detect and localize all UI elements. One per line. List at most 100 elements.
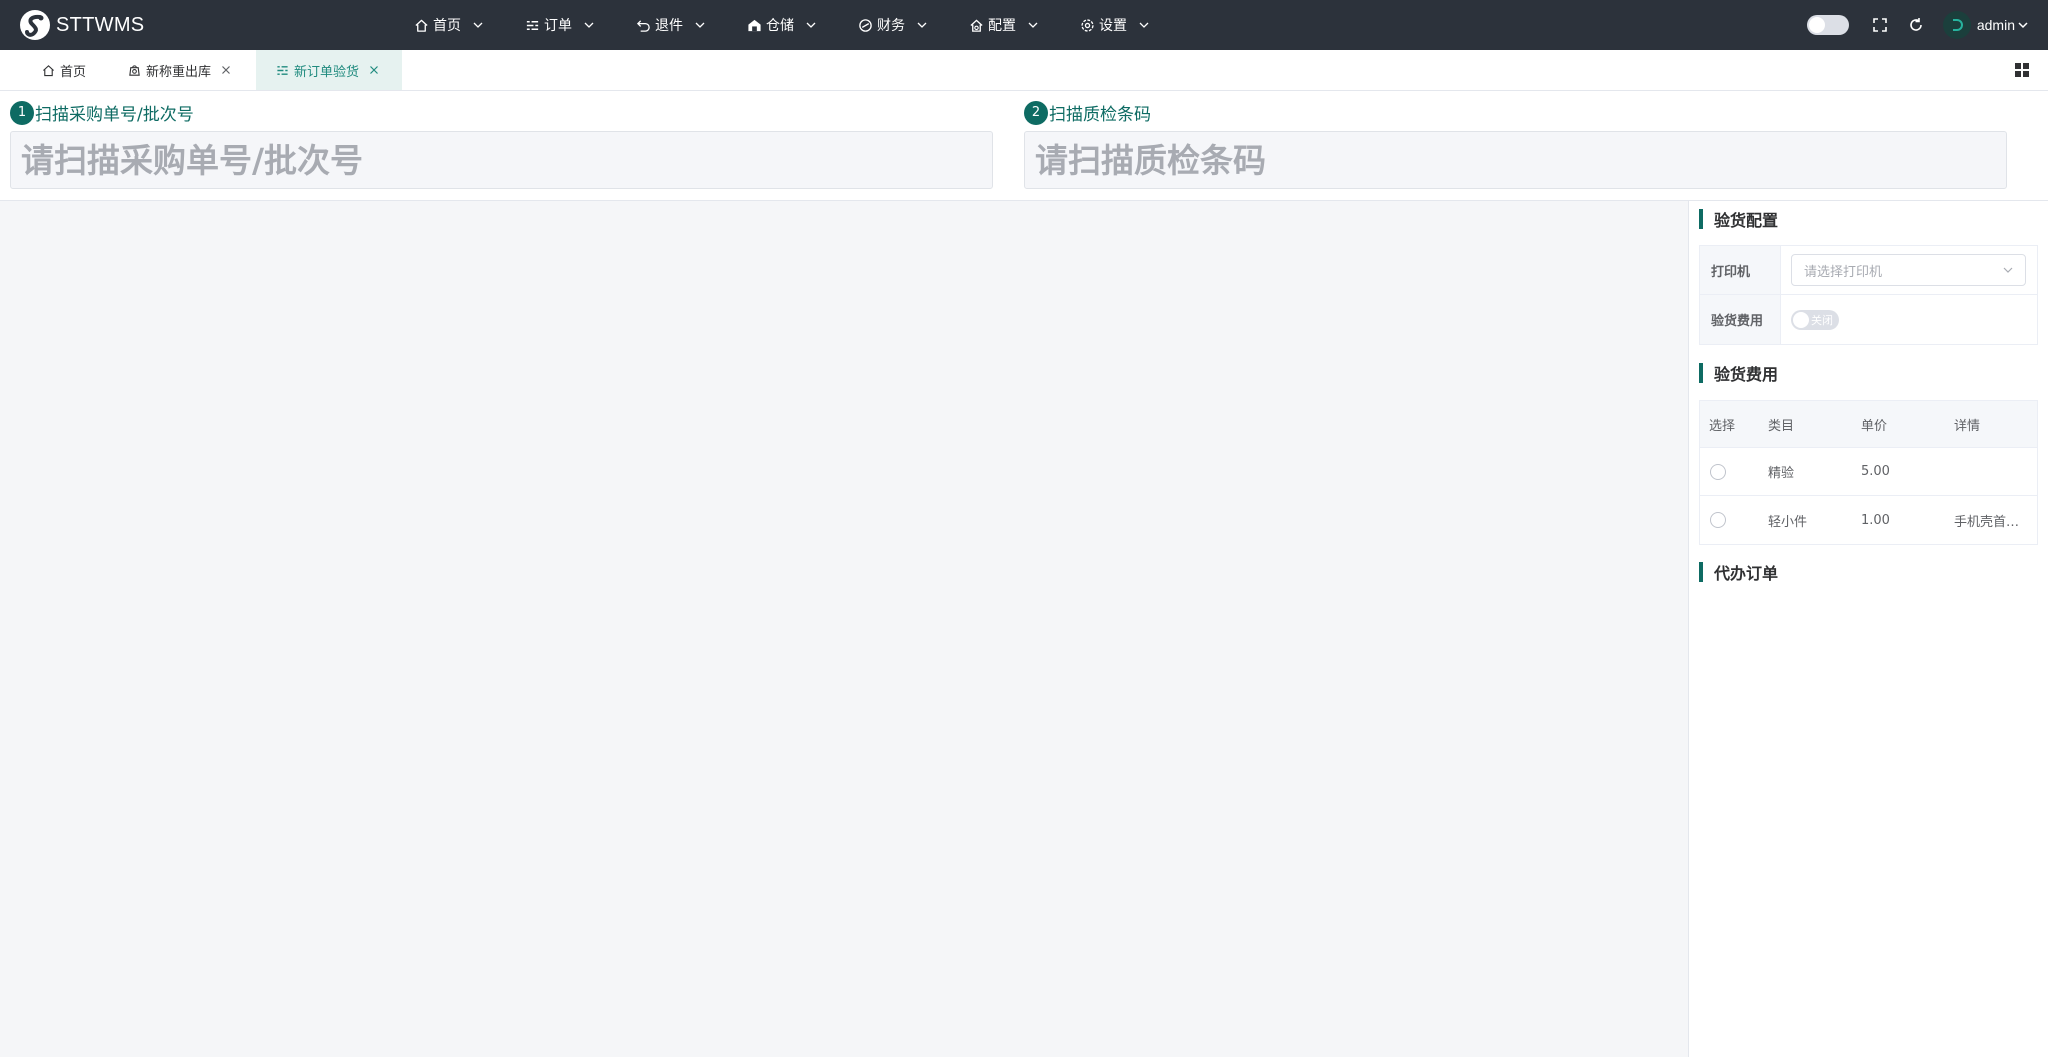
settings-icon — [1081, 18, 1094, 32]
logo-icon — [20, 10, 50, 40]
col-price: 单价 — [1861, 418, 1888, 434]
step-label: 扫描质检条码 — [1049, 105, 1151, 125]
nav-item-returns[interactable]: 退件 — [612, 0, 723, 50]
scan-area: 1 扫描采购单号/批次号 2 扫描质检条码 — [0, 91, 2048, 201]
detail-cell: 手机壳首… — [1954, 514, 2020, 530]
chevron-down-icon — [806, 22, 816, 28]
config-row-fee: 验货费用 关闭 — [1700, 295, 2037, 344]
inspect-icon — [277, 65, 288, 75]
scan-step-2: 2 扫描质检条码 — [1024, 91, 2007, 201]
chevron-down-icon — [584, 22, 594, 28]
home-icon — [43, 64, 54, 76]
col-select: 选择 — [1709, 418, 1736, 434]
col-detail: 详情 — [1954, 418, 1981, 434]
printer-value: 请选择打印机 — [1781, 246, 2037, 294]
nav-label: 财务 — [877, 18, 905, 34]
config-row-printer: 打印机 请选择打印机 — [1700, 246, 2037, 295]
inspection-workspace — [0, 201, 1688, 1057]
chevron-down-icon — [695, 22, 705, 28]
nav-label: 设置 — [1099, 18, 1127, 34]
nav-item-warehouse[interactable]: 仓储 — [723, 0, 834, 50]
nav-item-orders[interactable]: 订单 — [501, 0, 612, 50]
tab-home[interactable]: 首页 — [30, 50, 100, 90]
warehouse-icon — [748, 19, 761, 31]
fullscreen-icon[interactable] — [1871, 16, 1889, 34]
top-navbar: STTWMS 首页 订单 退件 仓储 财务 配置 设置 admin — [0, 0, 2048, 50]
nav-label: 订单 — [544, 18, 572, 34]
theme-toggle[interactable] — [1806, 15, 1849, 35]
section-title-agent-orders: 代办订单 — [1699, 560, 1778, 584]
nav-label: 仓储 — [766, 18, 794, 34]
price-cell: 1.00 — [1861, 512, 1890, 528]
fee-table: 选择 类目 单价 详情 精验 5.00 轻小件 1.00 手机壳首… — [1699, 400, 2038, 545]
return-icon — [636, 19, 650, 32]
order-list-icon — [526, 20, 539, 30]
nav-item-home[interactable]: 首页 — [390, 0, 501, 50]
home-icon — [415, 19, 428, 32]
printer-label: 打印机 — [1700, 246, 1781, 294]
section-title-config: 验货配置 — [1699, 207, 1778, 231]
fee-value: 关闭 — [1781, 295, 2037, 344]
purchase-order-scan-input[interactable] — [10, 131, 993, 189]
select-cell — [1700, 512, 1760, 528]
tab-weighing-outbound[interactable]: 新称重出库 — [116, 50, 248, 90]
price-cell: 5.00 — [1861, 464, 1890, 479]
chevron-down-icon — [473, 22, 483, 28]
user-logo-icon — [1952, 19, 1963, 31]
section-title-text: 代办订单 — [1714, 564, 1779, 583]
nav-item-finance[interactable]: 财务 — [834, 0, 945, 50]
nav-label: 退件 — [655, 18, 683, 34]
top-right-tools: admin — [1806, 0, 2048, 50]
step-label: 扫描采购单号/批次号 — [35, 105, 194, 125]
scan-step-1: 1 扫描采购单号/批次号 — [10, 91, 993, 201]
col-category: 类目 — [1768, 418, 1795, 434]
fee-label: 验货费用 — [1700, 295, 1781, 344]
fee-toggle-switch[interactable]: 关闭 — [1791, 309, 1839, 330]
category-cell: 精验 — [1768, 466, 1795, 481]
chevron-down-icon — [917, 22, 927, 28]
brand[interactable]: STTWMS — [18, 8, 390, 42]
tab-label: 新订单验货 — [294, 64, 360, 80]
chevron-down-icon — [1028, 22, 1038, 28]
tabs-bar: 首页 新称重出库 新订单验货 — [0, 50, 2048, 91]
printer-select-placeholder: 请选择打印机 — [1804, 264, 1883, 280]
printer-select[interactable]: 请选择打印机 — [1791, 254, 2026, 286]
row-radio[interactable] — [1710, 512, 1726, 528]
table-row[interactable]: 轻小件 1.00 手机壳首… — [1700, 496, 2037, 544]
row-radio[interactable] — [1710, 463, 1726, 480]
category-cell: 轻小件 — [1768, 514, 1808, 530]
fee-table-header: 选择 类目 单价 详情 — [1700, 401, 2037, 448]
section-title-text: 验货配置 — [1714, 211, 1779, 230]
config-table: 打印机 请选择打印机 验货费用 关闭 — [1699, 245, 2038, 345]
tab-label: 首页 — [60, 64, 87, 80]
finance-icon — [859, 18, 872, 32]
side-panel: 验货配置 打印机 请选择打印机 验货费用 关闭 验货费用 选择 类目 单价 详情… — [1688, 201, 2048, 1057]
chevron-down-icon — [1139, 22, 1149, 28]
tab-label: 新称重出库 — [146, 64, 212, 80]
table-row[interactable]: 精验 5.00 — [1700, 448, 2037, 496]
chevron-down-icon — [2003, 267, 2013, 273]
nav-label: 首页 — [433, 18, 461, 34]
section-title-fees: 验货费用 — [1699, 361, 1778, 385]
close-icon[interactable] — [221, 65, 231, 75]
nav-label: 配置 — [988, 18, 1016, 34]
select-cell — [1700, 463, 1760, 480]
scale-icon — [129, 64, 140, 76]
app-name: STTWMS — [56, 13, 145, 36]
qc-barcode-scan-input[interactable] — [1024, 131, 2007, 189]
close-icon[interactable] — [369, 65, 379, 75]
step-title: 2 扫描质检条码 — [1024, 100, 1151, 125]
nav-item-config[interactable]: 配置 — [945, 0, 1056, 50]
chevron-down-icon[interactable] — [2018, 20, 2028, 30]
grid-menu-icon[interactable] — [2014, 62, 2030, 78]
user-name[interactable]: admin — [1977, 17, 2015, 33]
step-number-badge: 2 — [1024, 100, 1048, 125]
step-title: 1 扫描采购单号/批次号 — [10, 100, 194, 125]
section-title-text: 验货费用 — [1714, 365, 1779, 384]
nav-item-settings[interactable]: 设置 — [1056, 0, 1167, 50]
switch-knob — [1793, 311, 1809, 328]
avatar[interactable] — [1942, 11, 1971, 39]
switch-text: 关闭 — [1811, 313, 1833, 327]
tab-order-inspection[interactable]: 新订单验货 — [256, 50, 402, 90]
refresh-icon[interactable] — [1907, 16, 1925, 34]
